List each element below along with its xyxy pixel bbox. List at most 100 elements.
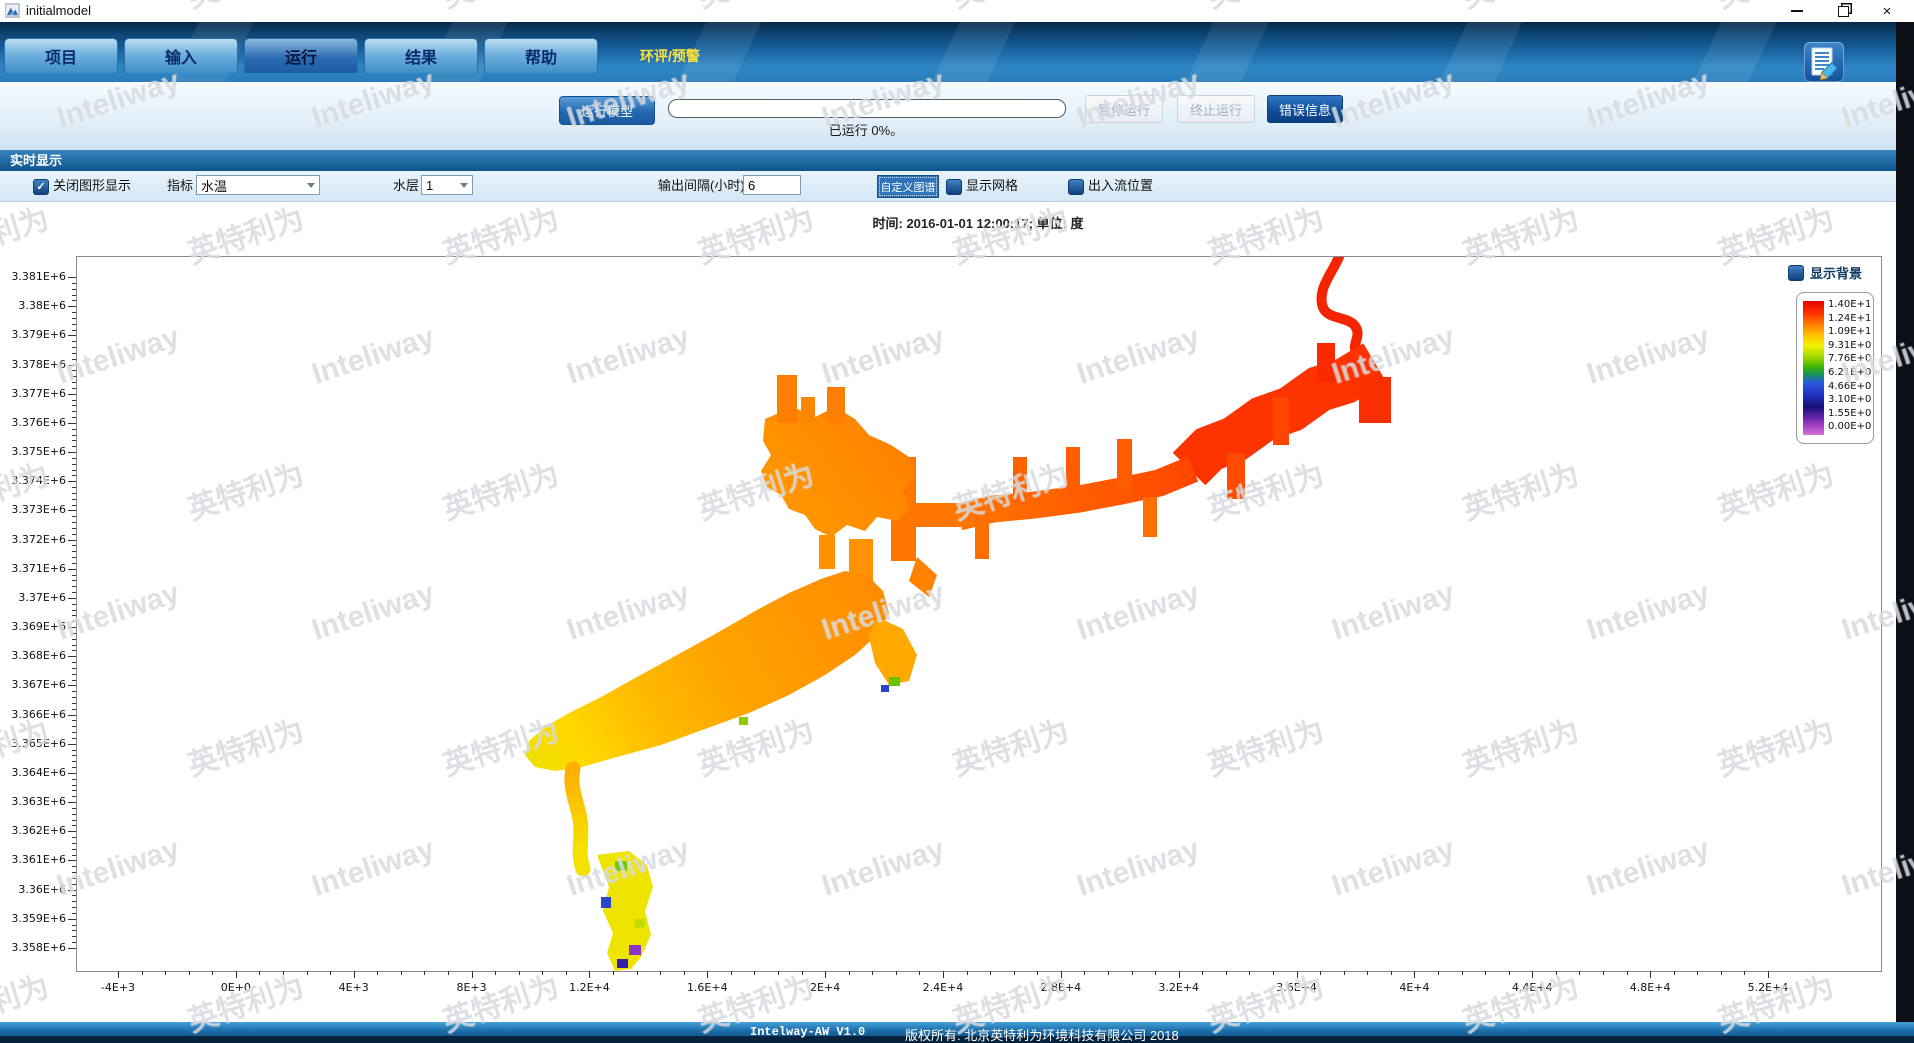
y-minor-tick [72,779,76,780]
x-minor-tick [1462,971,1463,975]
y-minor-tick [72,814,76,815]
tab-help[interactable]: 帮助 [484,38,598,73]
y-major-tick [68,306,76,307]
watermark-text: 英特利为 [0,194,54,273]
show-background-checkbox[interactable] [1788,265,1804,281]
x-minor-tick [1202,971,1203,975]
y-minor-tick [72,505,76,506]
minimize-button[interactable] [1782,2,1812,20]
y-tick-label: 3.358E+6 [4,941,66,954]
tab-run[interactable]: 运行 [244,38,358,73]
x-minor-tick [1674,971,1675,975]
x-minor-tick [1391,971,1392,975]
y-minor-tick [72,720,76,721]
y-minor-tick [72,563,76,564]
x-major-tick [236,971,237,978]
x-tick-label: 0E+0 [201,981,271,994]
y-minor-tick [72,580,76,581]
y-major-tick [68,919,76,920]
custom-palette-button[interactable]: 自定义图谱 [877,175,939,198]
y-tick-label: 3.367E+6 [4,678,66,691]
output-interval-input[interactable] [743,175,801,195]
y-minor-tick [72,615,76,616]
run-model-button[interactable]: 运行模型 [559,96,655,125]
y-minor-tick [72,592,76,593]
restore-button[interactable] [1828,2,1858,20]
y-major-tick [68,948,76,949]
tab-result[interactable]: 结果 [364,38,478,73]
x-minor-tick [1579,971,1580,975]
y-minor-tick [72,376,76,377]
y-tick-label: 3.365E+6 [4,737,66,750]
tab-environment-warning[interactable]: 环评/预警 [640,46,700,66]
x-minor-tick [967,971,968,975]
stop-run-button[interactable]: 终止运行 [1177,95,1255,123]
y-minor-tick [72,697,76,698]
x-tick-label: 4.4E+4 [1497,981,1567,994]
x-minor-tick [660,971,661,975]
y-major-tick [68,627,76,628]
indicator-dropdown[interactable]: 水温 [196,175,320,195]
y-minor-tick [72,755,76,756]
y-minor-tick [72,370,76,371]
colorbar-gradient [1803,301,1824,435]
y-tick-label: 3.371E+6 [4,562,66,575]
colorbar-value-label: 1.40E+1 [1828,299,1871,310]
run-progress-bar [668,99,1066,118]
realtime-controls-row: ✓ 关闭图形显示 指标 水温 水层 1 输出间隔(小时) 自定义图谱 显示网格 … [0,171,1896,202]
y-minor-tick [72,382,76,383]
y-major-tick [68,569,76,570]
y-minor-tick [72,551,76,552]
close-graph-checkbox[interactable]: ✓ [33,179,49,195]
colorbar-legend: 1.40E+11.24E+11.09E+19.31E+07.76E+06.21E… [1796,292,1874,444]
ribbon: 项目输入运行结果帮助 环评/预警 [0,22,1896,82]
x-minor-tick [1367,971,1368,975]
x-minor-tick [307,971,308,975]
edit-document-icon[interactable] [1804,42,1844,82]
y-minor-tick [72,604,76,605]
error-info-button[interactable]: 错误信息 [1267,95,1343,123]
desktop-edge-strip [1896,22,1914,1022]
x-major-tick [118,971,119,978]
y-minor-tick [72,878,76,879]
x-minor-tick [1485,971,1486,975]
y-minor-tick [72,493,76,494]
pause-run-button[interactable]: 暂停运行 [1085,95,1163,123]
close-button[interactable]: × [1872,2,1902,20]
y-minor-tick [72,650,76,651]
y-minor-tick [72,884,76,885]
x-minor-tick [448,971,449,975]
y-minor-tick [72,866,76,867]
x-minor-tick [495,971,496,975]
flow-positions-checkbox[interactable] [1068,179,1084,195]
legend-toggle: 显示背景 [1788,263,1862,282]
y-minor-tick [72,359,76,360]
y-minor-tick [72,300,76,301]
y-tick-label: 3.363E+6 [4,795,66,808]
tab-input[interactable]: 输入 [124,38,238,73]
y-minor-tick [72,820,76,821]
y-minor-tick [72,925,76,926]
x-minor-tick [330,971,331,975]
x-minor-tick [637,971,638,975]
x-minor-tick [1273,971,1274,975]
y-minor-tick [72,318,76,319]
indicator-label: 指标 [167,171,193,201]
x-minor-tick [896,971,897,975]
x-minor-tick [212,971,213,975]
y-minor-tick [72,528,76,529]
x-minor-tick [1155,971,1156,975]
y-minor-tick [72,767,76,768]
y-minor-tick [72,674,76,675]
x-minor-tick [1721,971,1722,975]
y-minor-tick [72,761,76,762]
restore-icon [1838,6,1849,17]
show-grid-checkbox[interactable] [946,179,962,195]
y-minor-tick [72,411,76,412]
tab-project[interactable]: 项目 [4,38,118,73]
y-tick-label: 3.378E+6 [4,358,66,371]
x-major-tick [1768,971,1769,978]
y-minor-tick [72,680,76,681]
layer-dropdown[interactable]: 1 [421,175,473,195]
y-minor-tick [72,855,76,856]
